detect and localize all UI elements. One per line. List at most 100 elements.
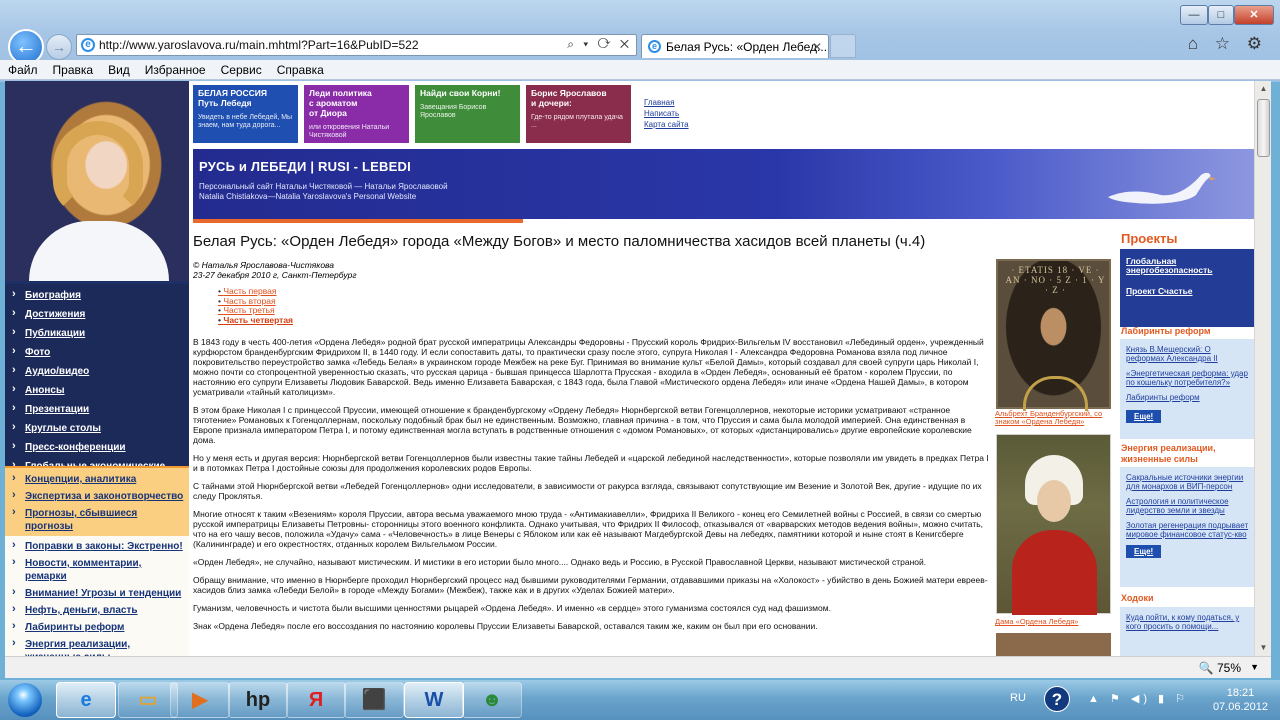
project-happiness[interactable]: Проект Счастье [1120,285,1256,298]
menu-tools[interactable]: Сервис [213,60,269,78]
more-button[interactable]: Еще! [1126,410,1162,423]
walkers-box: Куда пойти, к кому податься, у кого прос… [1120,607,1256,656]
menu-file[interactable]: Файл [0,60,45,78]
nav-round-tables[interactable]: Круглые столы [5,421,189,437]
lady-caption[interactable]: Дама «Ордена Лебедя» [995,617,1078,626]
portrait-chain [1023,376,1088,411]
albrecht-portrait[interactable]: · ETATIS 18 · VE · AN · NO · 5 Z · 1 · Y… [996,259,1111,411]
sidebar-link[interactable]: Куда пойти, к кому податься, у кого прос… [1120,611,1256,633]
forward-button[interactable]: → [46,34,72,60]
taskbar-word-icon[interactable]: W [404,682,464,718]
menu-edit[interactable]: Правка [45,60,101,78]
address-bar[interactable]: e http://www.yaroslavova.ru/main.mhtml?P… [76,34,637,56]
nav-press-conferences[interactable]: Пресс-конференции [5,440,189,456]
maximize-button[interactable]: □ [1208,5,1234,25]
article-body: В 1843 году в честь 400-летия «Ордена Ле… [193,337,993,639]
link-write[interactable]: Написать [644,108,689,119]
page-viewport: Биография Достижения Публикации Фото Ауд… [5,81,1271,656]
portrait-inscription: · ETATIS 18 · VE · AN · NO · 5 Z · 1 · Y… [1005,265,1106,295]
paragraph: Но у меня есть и другая версия: Нюрнберг… [193,453,989,473]
site-subtitle-ru: Персональный сайт Натальи Чистяковой — Н… [199,182,448,191]
nav-energy[interactable]: Энергия реализации, жизненные силы [5,637,189,656]
taskbar-ie-icon[interactable]: e [56,682,116,718]
header-accent-line [193,219,523,223]
nav-law-amendments[interactable]: Поправки в законы: Экстренно! [5,539,189,555]
banner-roots[interactable]: Найди свои Корни! Завещания Борисов Ярос… [415,85,520,143]
minimize-button[interactable]: — [1180,5,1208,25]
banner-sub: Завещания Борисов Ярославов [420,104,487,119]
nav-achievements[interactable]: Достижения [5,307,189,323]
secondary-nav: Концепции, аналитика Экспертиза и законо… [5,466,189,542]
nav-publications[interactable]: Публикации [5,326,189,342]
tab-ie-icon: e [648,40,661,53]
clock-time: 18:21 [1226,687,1255,699]
taskbar-package-icon[interactable]: ⬛ [344,682,404,718]
tab-close-icon[interactable]: ✕ [812,40,822,54]
projects-heading: Проекты [1121,231,1178,246]
taskbar-hp-icon[interactable]: hp [228,682,288,718]
paragraph: В этом браке Николая I с принцессой Прус… [193,405,972,445]
banner-lady-politics[interactable]: Леди политика с ароматом от Диора или от… [304,85,409,143]
scroll-up-icon[interactable]: ▲ [1256,81,1271,97]
menu-help[interactable]: Справка [269,60,331,78]
help-icon[interactable]: ? [1044,686,1070,712]
taskbar-users-icon[interactable]: ☻ [462,682,522,718]
menu-view[interactable]: Вид [100,60,137,78]
nav-news[interactable]: Новости, комментарии, ремарки [5,556,189,585]
nav-oil-money-power[interactable]: Нефть, деньги, власть [5,603,189,619]
toolbar-icons[interactable]: ⌂ ☆ ⚙ [1188,34,1268,54]
paragraph: Обращу внимание, что именно в Нюрнберге … [193,575,988,595]
banner-belaya-rossiya[interactable]: БЕЛАЯ РОССИЯ Путь Лебедя Увидеть в небе … [193,85,298,143]
start-button[interactable] [2,680,48,720]
article-byline: © Наталья Ярославова-Чистякова 23-27 дек… [193,260,357,280]
taskbar-folder-icon[interactable]: ▭ [118,682,178,718]
third-portrait[interactable] [996,633,1111,656]
address-url[interactable]: http://www.yaroslavova.ru/main.mhtml?Par… [99,38,419,52]
nav-presentations[interactable]: Презентации [5,402,189,418]
scroll-down-icon[interactable]: ▼ [1256,640,1271,656]
project-energy-security[interactable]: Глобальная энергобезопасность [1120,255,1256,277]
nav-reform-labyrinths[interactable]: Лабиринты реформ [5,620,189,636]
ie-page-icon: e [81,38,95,52]
albrecht-caption[interactable]: Альбрехт Бранденбургский, со знаком «Орд… [995,410,1113,426]
nav-threats[interactable]: Внимание! Угрозы и тенденции [5,586,189,602]
sidebar-link[interactable]: Золотая регенерация подрывает мировое фи… [1120,519,1256,541]
link-sitemap[interactable]: Карта сайта [644,119,689,130]
paragraph: Знак «Ордена Лебедя» после его воссоздан… [193,621,818,631]
sidebar-link[interactable]: Князь В.Мещерский: О реформах Александра… [1120,343,1256,365]
nav-audio-video[interactable]: Аудио/видео [5,364,189,380]
scroll-thumb[interactable] [1257,99,1270,157]
banner-boris-yaroslavov[interactable]: Борис Ярославов и дочери: Где-то рядом п… [526,85,631,143]
sidebar-link[interactable]: Сакральные источники энергии для монархо… [1120,471,1256,493]
nav-expertise[interactable]: Экспертиза и законотворчество [5,489,189,505]
more-button[interactable]: Еще! [1126,545,1162,558]
portrait-dress [1012,530,1097,615]
right-sidebar: Проекты Глобальная энергобезопасность Пр… [1120,227,1256,656]
sidebar-link[interactable]: Лабиринты реформ [1120,391,1256,404]
left-column: Биография Достижения Публикации Фото Ауд… [5,81,189,656]
nav-forecasts[interactable]: Прогнозы, сбывшиеся прогнозы [5,506,189,535]
close-button[interactable]: ✕ [1234,5,1274,25]
lady-portrait[interactable] [996,434,1111,615]
energy-box: Сакральные источники энергии для монархо… [1120,467,1256,587]
tray-icons[interactable]: ▲ ⚑ ◀) ▮ ⚐ [1088,692,1189,705]
address-controls[interactable]: ⌕ ▾ ⟳ ✕ [567,37,632,52]
part-4-link[interactable]: Часть четвертая [218,315,293,326]
zoom-dropdown-icon[interactable]: ▼ [1250,662,1259,672]
nav-photo[interactable]: Фото [5,345,189,361]
nav-biography[interactable]: Биография [5,288,189,304]
nav-announcements[interactable]: Анонсы [5,383,189,399]
zoom-level[interactable]: 🔍 75% [1199,661,1241,675]
vertical-scrollbar[interactable]: ▲ ▼ [1254,81,1271,656]
taskbar-media-icon[interactable]: ▶ [170,682,230,718]
browser-tab[interactable]: e Белая Русь: «Орден Лебед... ✕ [641,34,829,58]
link-home[interactable]: Главная [644,97,689,108]
taskbar-yandex-icon[interactable]: Я [286,682,346,718]
nav-concepts[interactable]: Концепции, аналитика [5,472,189,488]
clock[interactable]: 18:21 07.06.2012 [1213,686,1268,714]
menu-favorites[interactable]: Избранное [137,60,213,78]
sidebar-link[interactable]: «Энергетическая реформа: удар по кошельк… [1120,367,1256,389]
sidebar-link[interactable]: Астрология и политическое лидерство земл… [1120,495,1256,517]
new-tab-button[interactable] [830,34,856,58]
language-indicator[interactable]: RU [1010,692,1026,704]
